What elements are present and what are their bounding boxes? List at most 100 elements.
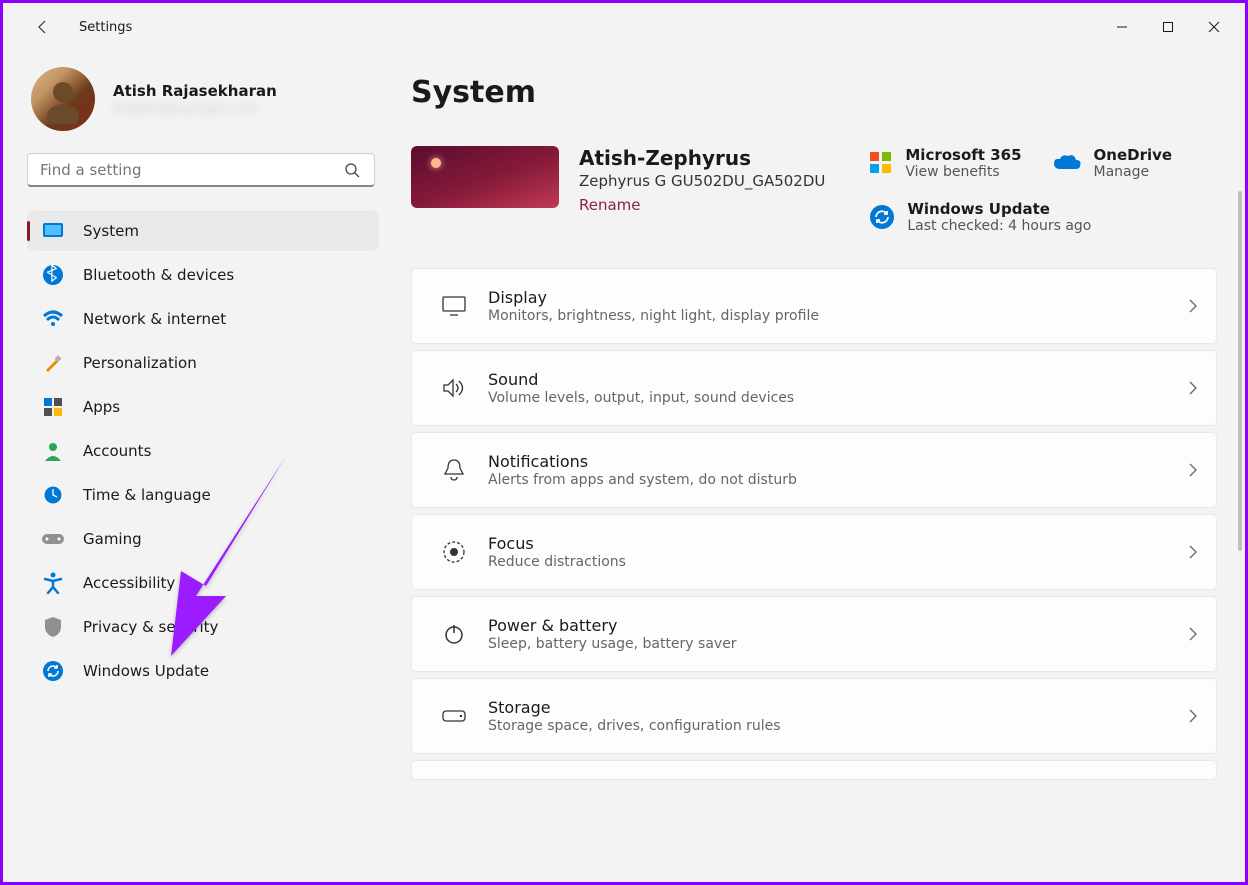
- sidebar-item-gaming[interactable]: Gaming: [27, 519, 379, 559]
- bell-icon: [430, 458, 478, 482]
- sidebar-item-label: Time & language: [83, 486, 211, 504]
- titlebar-title: Settings: [79, 20, 132, 35]
- device-row: Atish-Zephyrus Zephyrus G GU502DU_GA502D…: [411, 146, 1229, 234]
- brush-icon: [39, 349, 67, 377]
- sidebar-item-label: Windows Update: [83, 662, 209, 680]
- rename-link[interactable]: Rename: [579, 196, 641, 214]
- sidebar-item-label: System: [83, 222, 139, 240]
- card-title: Notifications: [488, 452, 1188, 471]
- card-list: DisplayMonitors, brightness, night light…: [411, 268, 1229, 780]
- sidebar-item-personalization[interactable]: Personalization: [27, 343, 379, 383]
- sidebar-item-label: Personalization: [83, 354, 197, 372]
- sidebar-nav: System Bluetooth & devices Network & int…: [27, 211, 379, 691]
- status-title: Microsoft 365: [905, 146, 1021, 164]
- storage-icon: [430, 709, 478, 723]
- titlebar: Settings: [3, 3, 1245, 51]
- user-email: hidden@example.com: [113, 102, 277, 117]
- card-title: Sound: [488, 370, 1188, 389]
- card-sub: Monitors, brightness, night light, displ…: [488, 308, 1188, 324]
- status-sub: Manage: [1094, 164, 1173, 180]
- chevron-right-icon: [1188, 626, 1198, 642]
- scrollbar[interactable]: [1238, 191, 1242, 551]
- sidebar-item-bluetooth[interactable]: Bluetooth & devices: [27, 255, 379, 295]
- status-onedrive[interactable]: OneDrive Manage: [1052, 146, 1173, 180]
- card-focus[interactable]: FocusReduce distractions: [411, 514, 1217, 590]
- sidebar-item-accounts[interactable]: Accounts: [27, 431, 379, 471]
- focus-icon: [430, 539, 478, 565]
- card-sound[interactable]: SoundVolume levels, output, input, sound…: [411, 350, 1217, 426]
- search-input[interactable]: [40, 161, 336, 179]
- chevron-right-icon: [1188, 544, 1198, 560]
- close-button[interactable]: [1191, 11, 1237, 43]
- card-display[interactable]: DisplayMonitors, brightness, night light…: [411, 268, 1217, 344]
- display-icon: [39, 217, 67, 245]
- sidebar-item-apps[interactable]: Apps: [27, 387, 379, 427]
- shield-icon: [39, 613, 67, 641]
- maximize-button[interactable]: [1145, 11, 1191, 43]
- bluetooth-icon: [39, 261, 67, 289]
- card-power[interactable]: Power & batterySleep, battery usage, bat…: [411, 596, 1217, 672]
- card-title: Storage: [488, 698, 1188, 717]
- card-title: Display: [488, 288, 1188, 307]
- clock-globe-icon: [39, 481, 67, 509]
- person-icon: [39, 437, 67, 465]
- sidebar-item-label: Accessibility: [83, 574, 175, 592]
- chevron-right-icon: [1188, 708, 1198, 724]
- status-ms365[interactable]: Microsoft 365 View benefits: [869, 146, 1021, 180]
- gamepad-icon: [39, 525, 67, 553]
- minimize-icon: [1116, 21, 1128, 33]
- card-sub: Alerts from apps and system, do not dist…: [488, 472, 1188, 488]
- sidebar-item-windows-update[interactable]: Windows Update: [27, 651, 379, 691]
- chevron-right-icon: [1188, 380, 1198, 396]
- status-title: Windows Update: [907, 200, 1091, 218]
- card-sub: Volume levels, output, input, sound devi…: [488, 390, 1188, 406]
- chevron-right-icon: [1188, 462, 1198, 478]
- search-icon[interactable]: [336, 162, 368, 178]
- minimize-button[interactable]: [1099, 11, 1145, 43]
- status-sub: Last checked: 4 hours ago: [907, 218, 1091, 234]
- back-button[interactable]: [23, 7, 63, 47]
- card-sub: Sleep, battery usage, battery saver: [488, 636, 1188, 652]
- close-icon: [1208, 21, 1220, 33]
- sidebar-item-time-language[interactable]: Time & language: [27, 475, 379, 515]
- sidebar-item-label: Bluetooth & devices: [83, 266, 234, 284]
- device-model: Zephyrus G GU502DU_GA502DU: [579, 172, 825, 190]
- card-title: Focus: [488, 534, 1188, 553]
- power-icon: [430, 622, 478, 646]
- onedrive-icon: [1052, 153, 1082, 173]
- maximize-icon: [1162, 21, 1174, 33]
- status-title: OneDrive: [1094, 146, 1173, 164]
- update-icon: [39, 657, 67, 685]
- main-content: System Atish-Zephyrus Zephyrus G GU502DU…: [387, 51, 1245, 882]
- card-sub: Reduce distractions: [488, 554, 1188, 570]
- ms365-icon: [869, 151, 893, 175]
- sidebar-item-label: Network & internet: [83, 310, 226, 328]
- device-name: Atish-Zephyrus: [579, 146, 825, 170]
- sidebar-item-accessibility[interactable]: Accessibility: [27, 563, 379, 603]
- card-title: Power & battery: [488, 616, 1188, 635]
- window-controls: [1099, 11, 1237, 43]
- card-sub: Storage space, drives, configuration rul…: [488, 718, 1188, 734]
- page-title: System: [411, 75, 1229, 110]
- card-storage[interactable]: StorageStorage space, drives, configurat…: [411, 678, 1217, 754]
- status-windows-update[interactable]: Windows Update Last checked: 4 hours ago: [869, 200, 1172, 234]
- wifi-icon: [39, 305, 67, 333]
- apps-icon: [39, 393, 67, 421]
- sidebar-item-label: Accounts: [83, 442, 151, 460]
- sidebar-item-network[interactable]: Network & internet: [27, 299, 379, 339]
- status-sub: View benefits: [905, 164, 1021, 180]
- user-profile[interactable]: Atish Rajasekharan hidden@example.com: [31, 67, 387, 131]
- user-name: Atish Rajasekharan: [113, 82, 277, 100]
- sidebar-item-privacy[interactable]: Privacy & security: [27, 607, 379, 647]
- search-box[interactable]: [27, 153, 375, 187]
- accessibility-icon: [39, 569, 67, 597]
- sidebar: Atish Rajasekharan hidden@example.com Sy…: [3, 51, 387, 882]
- sidebar-item-system[interactable]: System: [27, 211, 379, 251]
- avatar: [31, 67, 95, 131]
- chevron-right-icon: [1188, 298, 1198, 314]
- sidebar-item-label: Privacy & security: [83, 618, 218, 636]
- update-icon: [869, 204, 895, 230]
- card-notifications[interactable]: NotificationsAlerts from apps and system…: [411, 432, 1217, 508]
- card-partial[interactable]: [411, 760, 1217, 780]
- back-icon: [35, 19, 51, 35]
